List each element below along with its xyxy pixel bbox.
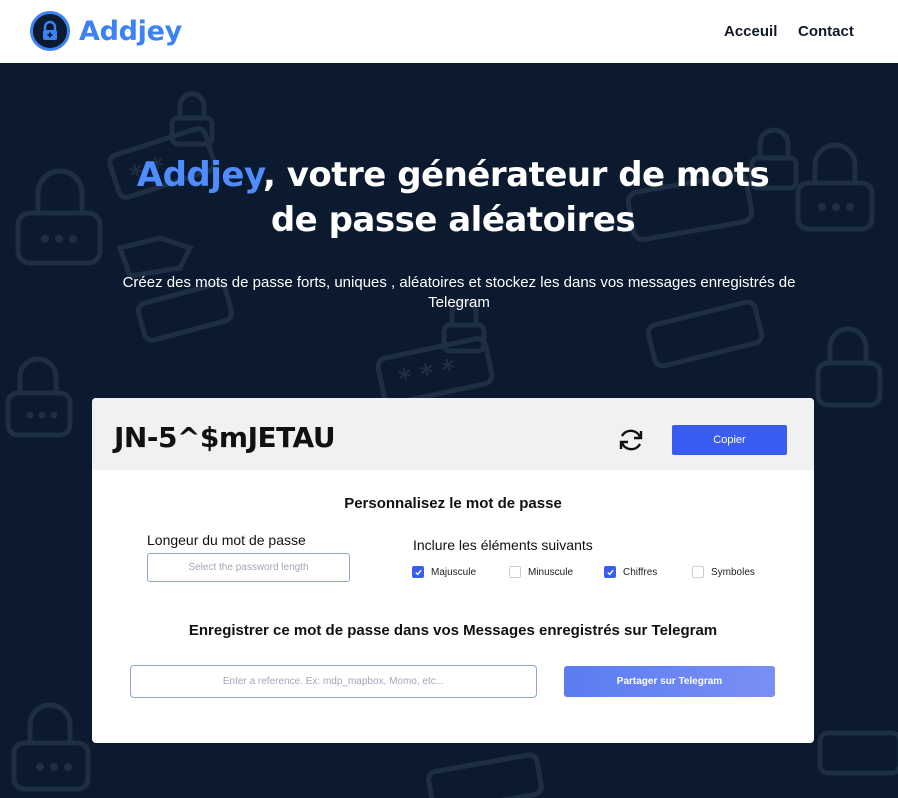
option-uppercase-label: Majuscule — [431, 566, 477, 578]
telegram-title: Enregistrer ce mot de passe dans vos Mes… — [188, 622, 718, 639]
copy-button[interactable]: Copier — [672, 425, 787, 455]
option-lowercase-label: Minuscule — [528, 566, 574, 578]
checkbox-uppercase[interactable] — [412, 566, 424, 578]
brand-name: Addjey — [79, 15, 182, 47]
hero-title: Addjey, votre générateur de mots de pass… — [100, 153, 806, 243]
option-uppercase[interactable]: Majuscule — [412, 566, 476, 578]
generated-password[interactable]: JN-5^$mJETAU — [114, 421, 336, 454]
share-telegram-button[interactable]: Partager sur Telegram — [564, 666, 775, 697]
svg-text:*: * — [439, 354, 459, 386]
svg-text:*: * — [396, 363, 416, 395]
nav-link-home[interactable]: Acceuil — [724, 23, 777, 40]
option-lowercase[interactable]: Minuscule — [509, 566, 573, 578]
password-display-bar: JN-5^$mJETAU Copier — [92, 398, 814, 470]
option-symbols-label: Symboles — [711, 566, 755, 578]
option-symbols[interactable]: Symboles — [692, 566, 755, 578]
hero-title-line1: , votre générateur de mots — [263, 155, 770, 195]
hero-title-brand: Addjey — [136, 155, 264, 195]
refresh-icon[interactable] — [616, 425, 646, 455]
option-digits-label: Chiffres — [623, 566, 658, 578]
navbar: Addjey Acceuil Contact — [0, 0, 898, 63]
include-label: Inclure les éléments suivants — [413, 537, 593, 553]
customize-title: Personnalisez le mot de passe — [344, 495, 562, 512]
checkbox-lowercase[interactable] — [509, 566, 521, 578]
checkbox-digits[interactable] — [604, 566, 616, 578]
hero-subtitle: Créez des mots de passe forts, uniques ,… — [122, 274, 796, 311]
svg-text:*: * — [418, 358, 438, 390]
nav-link-contact[interactable]: Contact — [798, 23, 854, 40]
lock-icon — [30, 11, 70, 51]
reference-input[interactable] — [130, 665, 537, 698]
option-digits[interactable]: Chiffres — [604, 566, 657, 578]
checkbox-symbols[interactable] — [692, 566, 704, 578]
logo[interactable]: Addjey — [30, 11, 182, 51]
password-generator-card: JN-5^$mJETAU Copier Personnalisez le mot… — [92, 398, 814, 743]
password-length-input[interactable] — [147, 553, 350, 582]
length-label: Longeur du mot de passe — [147, 532, 306, 548]
hero-title-line2: de passe aléatoires — [270, 200, 636, 240]
